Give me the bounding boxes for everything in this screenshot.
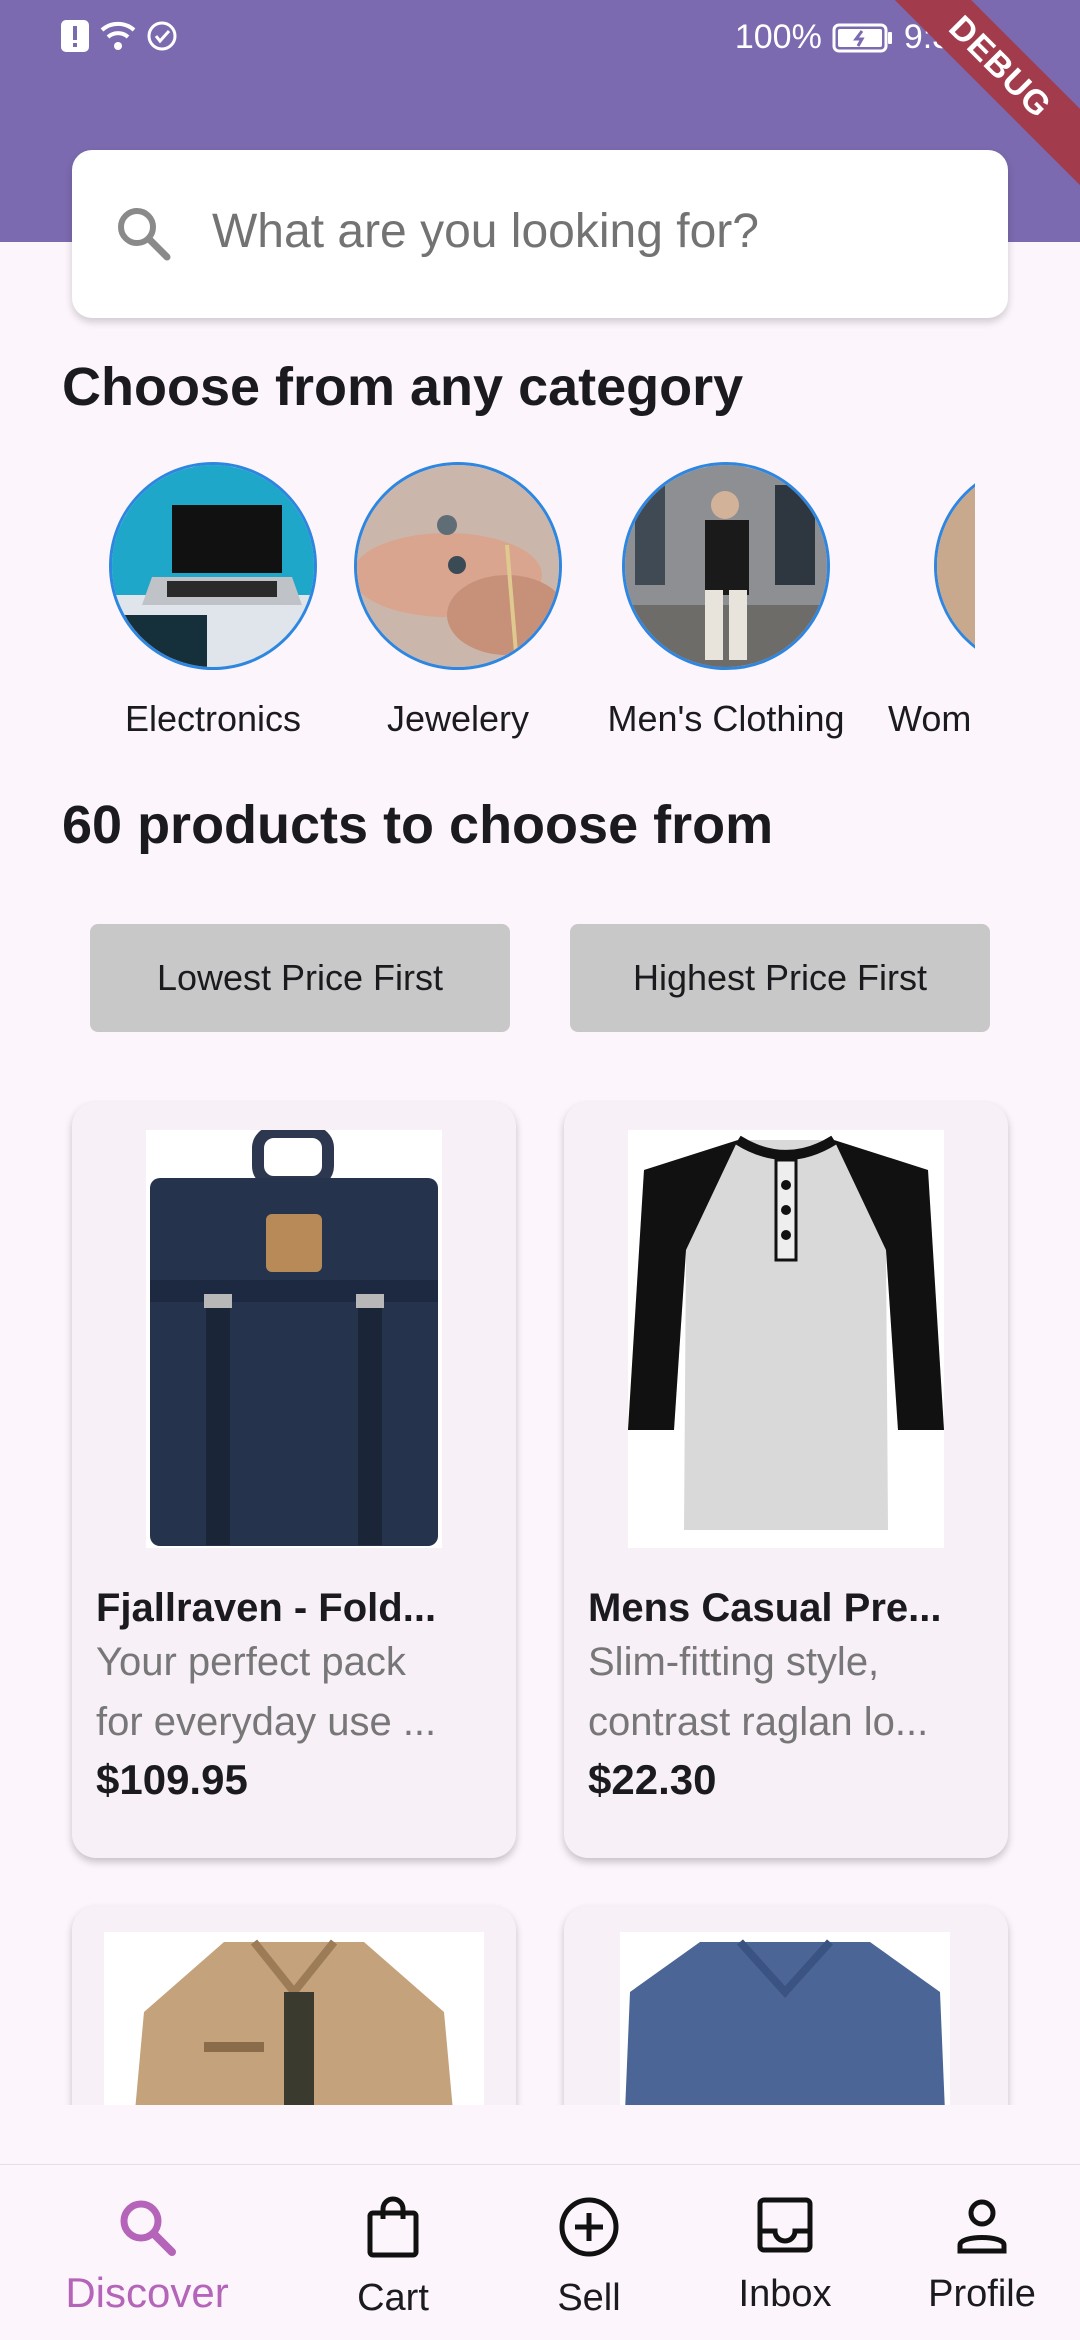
nav-profile[interactable]: Profile bbox=[897, 2195, 1067, 2316]
category-carousel[interactable]: Electronics Jewelery Men's Clothing Wom bbox=[0, 462, 975, 762]
search-icon bbox=[120, 2200, 176, 2256]
category-jewelery[interactable]: Jewelery bbox=[352, 462, 564, 740]
product-price: $22.30 bbox=[588, 1756, 717, 1803]
product-image bbox=[104, 1932, 484, 2105]
product-image bbox=[628, 1130, 944, 1548]
check-circle-icon bbox=[147, 21, 177, 51]
add-circle-icon bbox=[559, 2197, 619, 2257]
nav-label: Inbox bbox=[738, 2273, 832, 2315]
product-card[interactable] bbox=[72, 1906, 516, 2105]
product-title: Mens Casual Pre... bbox=[588, 1586, 942, 1630]
search-icon bbox=[118, 208, 171, 261]
search-bar[interactable]: What are you looking for? bbox=[72, 150, 1008, 318]
category-mens-clothing[interactable]: Men's Clothing bbox=[598, 462, 854, 740]
categories-heading: Choose from any category bbox=[62, 357, 744, 417]
product-title: Fjallraven - Fold... bbox=[96, 1586, 437, 1630]
product-description: Your perfect pack for everyday use ... bbox=[96, 1640, 437, 1744]
nav-label: Discover bbox=[65, 2269, 229, 2316]
category-label: Wom bbox=[888, 698, 972, 739]
product-card[interactable] bbox=[564, 1906, 1008, 2105]
product-price: $109.95 bbox=[96, 1756, 248, 1803]
battery-icon bbox=[832, 23, 892, 52]
nav-sell[interactable]: Sell bbox=[504, 2195, 674, 2320]
search-placeholder: What are you looking for? bbox=[212, 205, 759, 258]
bottom-navigation: Discover Cart Sell Inbox Profile bbox=[0, 2164, 1080, 2340]
person-icon bbox=[957, 2199, 1007, 2254]
products-heading: 60 products to choose from bbox=[62, 795, 774, 855]
nav-label: Sell bbox=[557, 2277, 621, 2319]
product-image bbox=[146, 1126, 442, 1548]
product-card[interactable]: Mens Casual Pre... Slim-fitting style, c… bbox=[564, 1102, 1008, 1858]
inbox-icon bbox=[757, 2197, 813, 2253]
product-grid[interactable]: Fjallraven - Fold... Your perfect pack f… bbox=[0, 1100, 1080, 2105]
sort-highest-button[interactable]: Highest Price First bbox=[570, 924, 990, 1032]
product-image bbox=[620, 1932, 950, 2105]
alert-icon bbox=[61, 20, 89, 52]
category-electronics[interactable]: Electronics bbox=[108, 462, 318, 740]
jewelery-image bbox=[354, 462, 562, 670]
nav-cart[interactable]: Cart bbox=[308, 2195, 478, 2320]
category-womens-clothing[interactable]: Wom bbox=[888, 462, 975, 740]
category-label: Jewelery bbox=[386, 698, 530, 739]
category-label: Electronics bbox=[124, 698, 302, 739]
product-card[interactable]: Fjallraven - Fold... Your perfect pack f… bbox=[72, 1102, 516, 1858]
womens-clothing-image bbox=[934, 462, 975, 670]
nav-label: Cart bbox=[357, 2277, 429, 2319]
battery-percent: 100% bbox=[734, 18, 822, 56]
wifi-icon bbox=[100, 21, 136, 50]
electronics-image bbox=[109, 462, 317, 670]
nav-inbox[interactable]: Inbox bbox=[700, 2195, 870, 2316]
nav-label: Profile bbox=[928, 2273, 1036, 2315]
nav-discover[interactable]: Discover bbox=[62, 2195, 232, 2317]
category-label: Men's Clothing bbox=[607, 698, 845, 739]
sort-lowest-button[interactable]: Lowest Price First bbox=[90, 924, 510, 1032]
mens-clothing-image bbox=[622, 462, 830, 670]
product-description: Slim-fitting style, contrast raglan lo..… bbox=[588, 1640, 929, 1744]
shopping-bag-icon bbox=[367, 2196, 419, 2258]
